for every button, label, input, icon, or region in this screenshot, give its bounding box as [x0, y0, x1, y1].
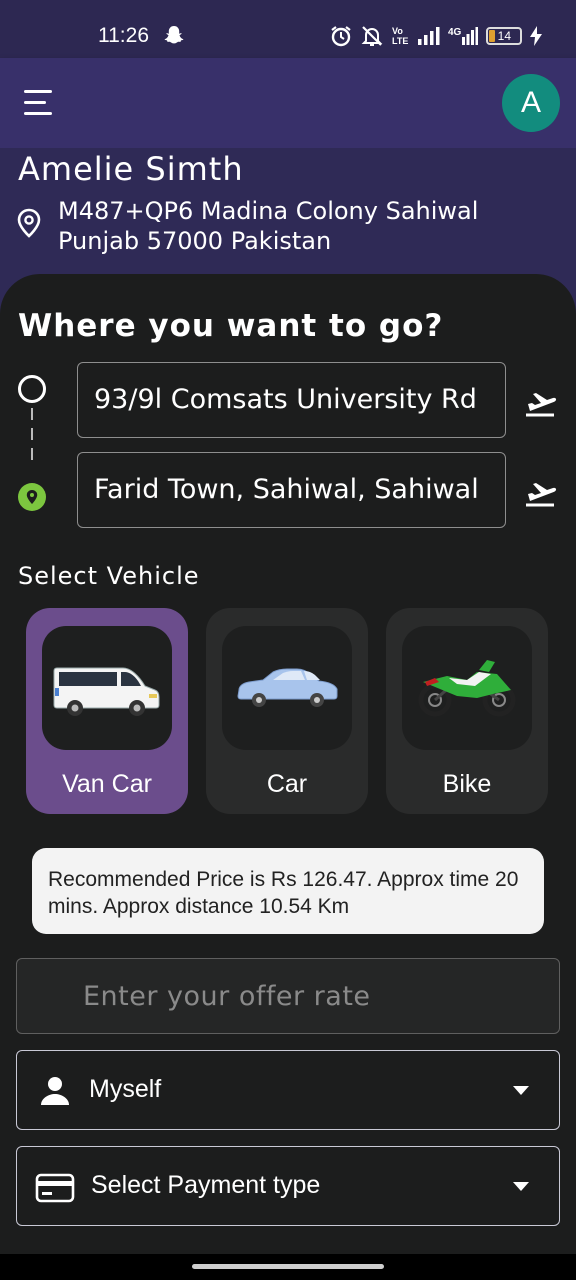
payment-type-select[interactable]: Select Payment type — [16, 1146, 560, 1226]
panel-title: Where you want to go? — [18, 308, 444, 344]
offer-rate-field[interactable] — [16, 958, 560, 1034]
vehicle-thumb — [222, 626, 352, 750]
network-type: 4G — [448, 27, 462, 38]
offer-rate-input[interactable] — [17, 959, 559, 1033]
arrival-icon[interactable] — [522, 474, 558, 510]
vehicle-label-bike: Bike — [442, 770, 492, 798]
app-bar: A — [0, 58, 576, 148]
dropoff-location-field[interactable]: Farid Town, Sahiwal, Sahiwal — [77, 452, 506, 528]
van-icon — [53, 667, 160, 716]
pickup-location-field[interactable]: 93/9l Comsats University Rd — [77, 362, 506, 438]
home-gesture-handle[interactable] — [192, 1264, 384, 1269]
fare-estimate-box: Recommended Price is Rs 126.47. Approx t… — [32, 848, 544, 934]
vehicle-thumb — [402, 626, 532, 750]
alarm-icon — [331, 26, 351, 47]
vehicle-option-bike[interactable]: Bike — [386, 608, 548, 814]
origin-marker-icon — [18, 375, 46, 403]
signal-icon — [418, 27, 440, 45]
person-icon — [41, 1077, 69, 1105]
avatar-initial: A — [520, 86, 541, 119]
passenger-select[interactable]: Myself — [16, 1050, 560, 1130]
bike-icon — [418, 660, 516, 717]
route-connector — [31, 408, 33, 460]
user-address: M487+QP6 Madina Colony Sahiwal Punjab 57… — [58, 197, 479, 255]
vehicle-option-car[interactable]: Car — [206, 608, 368, 814]
departure-icon[interactable] — [522, 384, 558, 420]
chevron-down-icon — [513, 1086, 529, 1095]
charging-icon — [530, 26, 543, 46]
credit-card-icon — [35, 1173, 75, 1203]
avatar[interactable]: A — [502, 74, 560, 132]
snapchat-icon — [164, 26, 184, 44]
booking-panel: Where you want to go? 93/9l Comsats Univ… — [0, 274, 576, 1280]
mute-icon — [361, 26, 383, 46]
vehicle-thumb — [42, 626, 172, 750]
signal-4g-icon — [462, 27, 479, 45]
status-bar: 11:26 Vo LTE 4G 14 — [0, 0, 576, 58]
destination-marker-icon — [18, 483, 46, 511]
battery-icon: 14 — [486, 27, 523, 45]
car-icon — [237, 668, 338, 707]
vehicle-label-van: Van Car — [62, 770, 152, 798]
passenger-value: Myself — [89, 1075, 162, 1103]
fare-estimate-text: Recommended Price is Rs 126.47. Approx t… — [48, 868, 519, 918]
location-pin-icon — [17, 208, 41, 238]
user-header: Amelie Simth M487+QP6 Madina Colony Sahi… — [0, 148, 576, 288]
select-vehicle-label: Select Vehicle — [18, 562, 200, 590]
payment-value: Select Payment type — [91, 1171, 321, 1199]
volte-label: Vo LTE — [392, 26, 409, 46]
status-icons: Vo LTE 4G 14 — [330, 24, 543, 48]
menu-icon[interactable] — [20, 88, 54, 116]
chevron-down-icon — [513, 1182, 529, 1191]
status-time: 11:26 — [98, 24, 149, 47]
vehicle-label-car: Car — [266, 770, 308, 798]
user-name: Amelie Simth — [18, 150, 244, 188]
vehicle-option-van[interactable]: Van Car — [26, 608, 188, 814]
battery-level: 14 — [497, 29, 512, 43]
